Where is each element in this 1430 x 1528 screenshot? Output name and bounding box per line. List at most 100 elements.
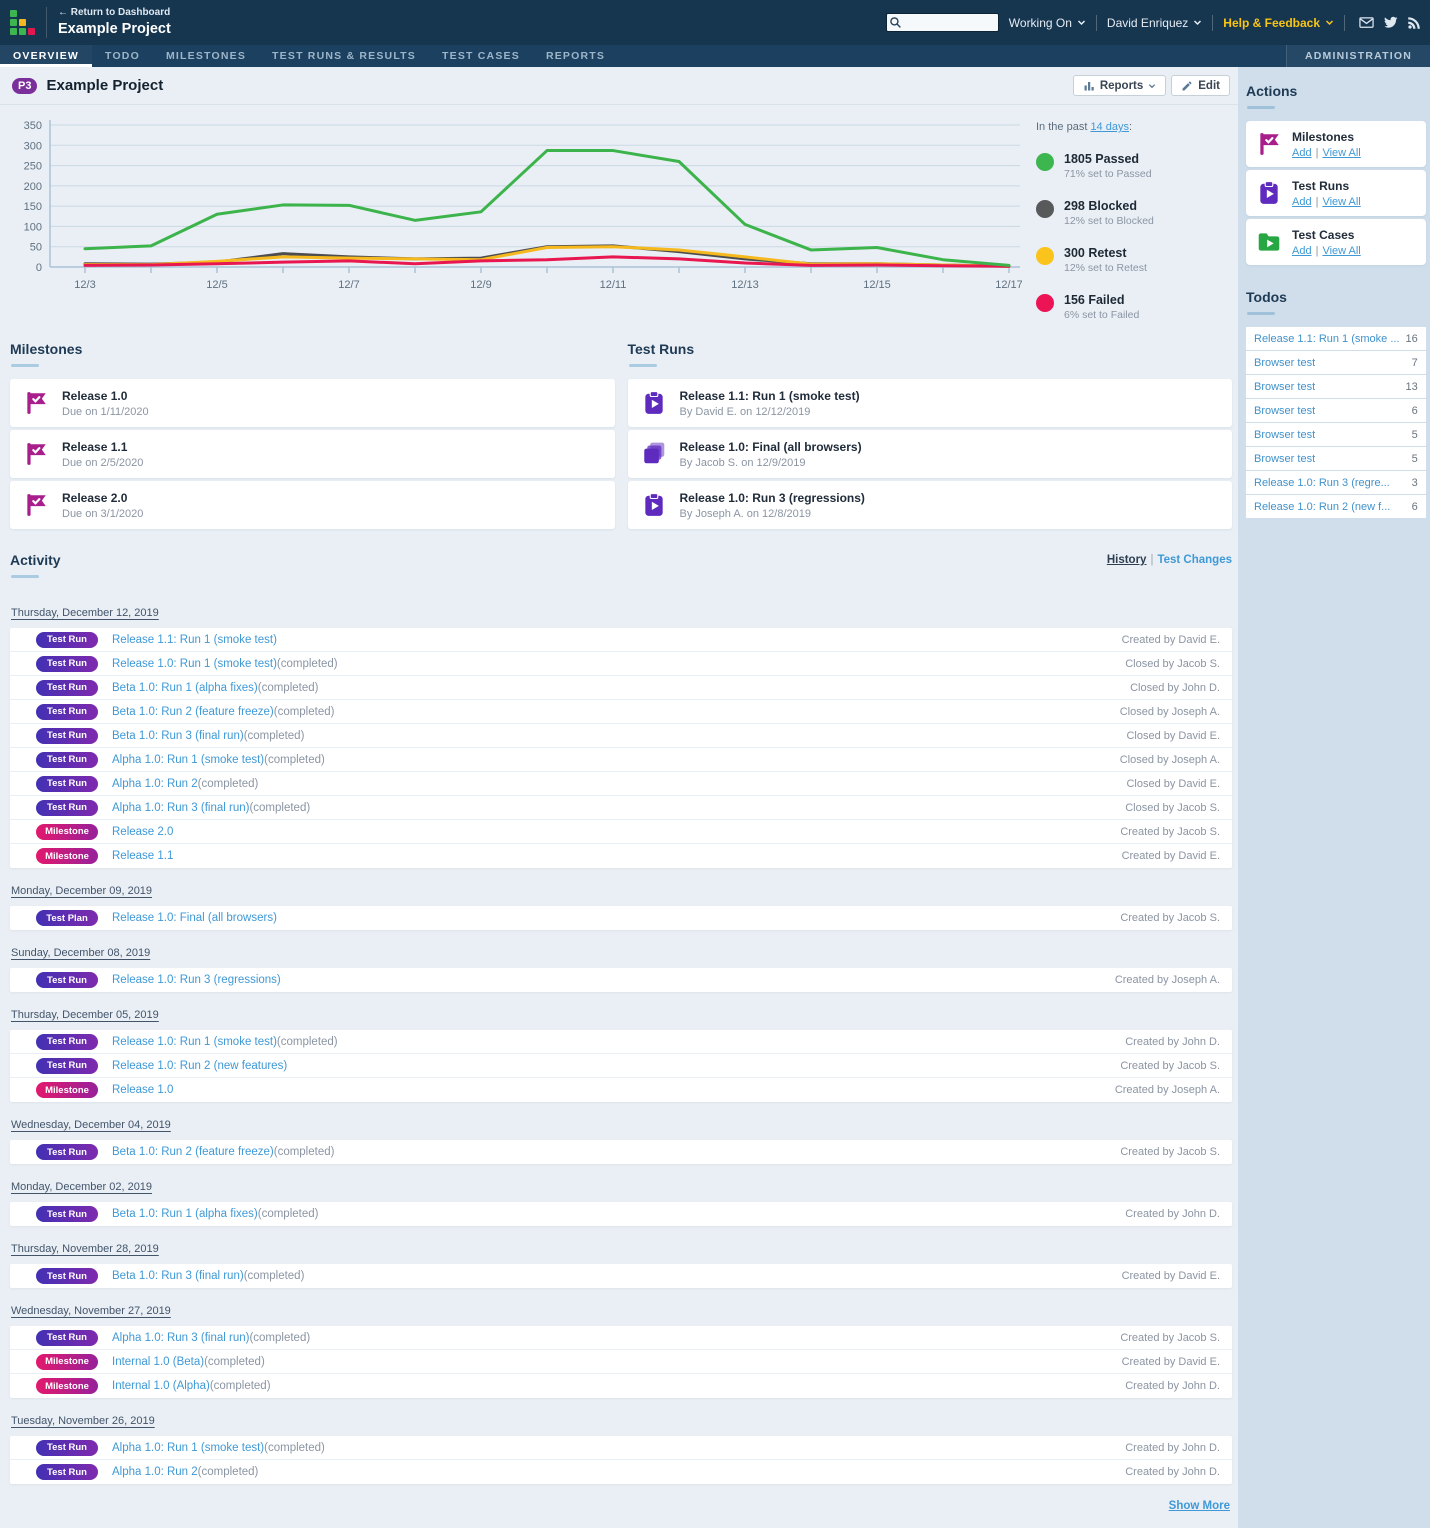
add-link[interactable]: Add <box>1292 245 1312 257</box>
testrun-card[interactable]: Release 1.0: Final (all browsers) By Jac… <box>627 430 1232 478</box>
activity-item-link[interactable]: Alpha 1.0: Run 1 (smoke test) <box>112 1442 264 1454</box>
svg-text:12/5: 12/5 <box>206 279 227 291</box>
activity-item-link[interactable]: Alpha 1.0: Run 2 <box>112 778 198 790</box>
activity-item-status: (completed) <box>273 1146 335 1158</box>
todo-link[interactable]: Browser test <box>1254 429 1315 441</box>
todo-link[interactable]: Browser test <box>1254 453 1315 465</box>
activity-row: Test Run Alpha 1.0: Run 3 (final run) (co… <box>10 796 1232 820</box>
activity-item-link[interactable]: Release 1.1 <box>112 850 173 862</box>
activity-item-link[interactable]: Release 1.0: Run 2 (new features) <box>112 1060 287 1072</box>
activity-item-status: (completed) <box>197 1466 259 1478</box>
main-content: P3 Example Project Reports Edit 0 50 100 15… <box>0 67 1238 1528</box>
status-count: 1805 Passed <box>1064 152 1140 166</box>
activity-rows: Test Plan Release 1.0: Final (all browse… <box>10 906 1232 930</box>
activity-item-link[interactable]: Internal 1.0 (Alpha) <box>112 1380 210 1392</box>
activity-item-meta: Closed by David E. <box>1126 777 1220 790</box>
edit-button[interactable]: Edit <box>1171 75 1230 96</box>
activity-row: Milestone Internal 1.0 (Beta) (completed)… <box>10 1350 1232 1374</box>
activity-date: Monday, December 02, 2019 <box>11 1181 153 1193</box>
nav-tab[interactable]: TEST RUNS & RESULTS <box>259 45 429 67</box>
activity-item-meta: Created by Jacob S. <box>1120 1059 1220 1072</box>
return-to-dashboard-link[interactable]: ← Return to Dashboard <box>58 7 171 20</box>
reports-button[interactable]: Reports <box>1072 75 1167 96</box>
todos-title: Todos <box>1246 289 1287 305</box>
activity-type-badge: Milestone <box>36 848 98 864</box>
todo-link[interactable]: Release 1.0: Run 2 (new f... <box>1254 501 1390 513</box>
activity-item-link[interactable]: Alpha 1.0: Run 2 <box>112 1466 198 1478</box>
todo-count: 16 <box>1405 332 1418 345</box>
nav-tab[interactable]: MILESTONES <box>153 45 259 67</box>
activity-type-badge: Test Run <box>36 631 98 648</box>
activity-item-link[interactable]: Release 1.0: Run 1 (smoke test) <box>112 658 277 670</box>
milestone-card[interactable]: Release 1.0 Due on 1/11/2020 <box>10 379 615 427</box>
help-feedback-menu[interactable]: Help & Feedback <box>1223 16 1334 30</box>
activity-row: Test Run Alpha 1.0: Run 2 (completed) Cre… <box>10 1460 1232 1484</box>
activity-rows: Test Run Release 1.0: Run 1 (smoke test)… <box>10 1030 1232 1102</box>
activity-item-link[interactable]: Release 1.0: Final (all browsers) <box>112 912 277 924</box>
add-link[interactable]: Add <box>1292 147 1312 159</box>
testrun-card[interactable]: Release 1.1: Run 1 (smoke test) By David… <box>627 379 1232 427</box>
nav-tab[interactable]: REPORTS <box>533 45 618 67</box>
svg-text:12/13: 12/13 <box>731 279 759 291</box>
activity-item-meta: Closed by John D. <box>1130 681 1220 694</box>
nav-tab[interactable]: OVERVIEW <box>0 45 92 67</box>
activity-item-link[interactable]: Beta 1.0: Run 1 (alpha fixes) <box>112 1208 258 1220</box>
todo-link[interactable]: Release 1.0: Run 3 (regre... <box>1254 477 1390 489</box>
activity-item-link[interactable]: Beta 1.0: Run 2 (feature freeze) <box>112 706 274 718</box>
todo-link[interactable]: Release 1.1: Run 1 (smoke ... <box>1254 333 1400 345</box>
milestone-name: Release 1.0 <box>62 388 128 403</box>
nav-tab[interactable]: TODO <box>92 45 153 67</box>
activity-item-link[interactable]: Release 2.0 <box>112 826 173 838</box>
svg-text:0: 0 <box>36 262 42 274</box>
testrun-byline: By Joseph A. on 12/8/2019 <box>679 507 812 520</box>
testrun-card[interactable]: Release 1.0: Run 3 (regressions) By Jose… <box>627 481 1232 529</box>
twitter-icon[interactable] <box>1383 15 1398 30</box>
activity-type-badge: Test Run <box>36 751 98 768</box>
activity-row: Test Run Beta 1.0: Run 3 (final run) (com… <box>10 724 1232 748</box>
view-all-link[interactable]: View All <box>1322 196 1360 208</box>
view-all-link[interactable]: View All <box>1322 245 1360 257</box>
activity-item-link[interactable]: Release 1.0: Run 3 (regressions) <box>112 974 281 986</box>
activity-type-badge: Test Run <box>36 1144 98 1160</box>
history-link[interactable]: History <box>1107 554 1147 566</box>
activity-item-link[interactable]: Beta 1.0: Run 3 (final run) <box>112 1270 244 1282</box>
todo-link[interactable]: Browser test <box>1254 357 1315 369</box>
todo-link[interactable]: Browser test <box>1254 381 1315 393</box>
search-input[interactable] <box>885 13 999 32</box>
test-changes-link[interactable]: Test Changes <box>1157 554 1232 566</box>
status-subtext: 12% set to Retest <box>1064 262 1147 274</box>
mail-icon[interactable] <box>1359 15 1374 30</box>
activity-item-link[interactable]: Alpha 1.0: Run 1 (smoke test) <box>112 754 264 766</box>
activity-group: Sunday, December 08, 2019 Test Run Relea… <box>10 947 1232 992</box>
action-icon <box>1256 180 1282 206</box>
user-menu[interactable]: David Enriquez <box>1107 16 1202 30</box>
status-count: 300 Retest <box>1064 246 1127 260</box>
rss-icon[interactable] <box>1407 15 1422 30</box>
app-logo[interactable] <box>10 9 36 36</box>
activity-item-link[interactable]: Release 1.0: Run 1 (smoke test) <box>112 1036 277 1048</box>
show-more-link[interactable]: Show More <box>1169 1500 1230 1512</box>
activity-item-link[interactable]: Beta 1.0: Run 3 (final run) <box>112 730 244 742</box>
activity-type-badge: Test Run <box>36 1033 98 1050</box>
activity-item-link[interactable]: Internal 1.0 (Beta) <box>112 1356 204 1368</box>
activity-item-link[interactable]: Alpha 1.0: Run 3 (final run) <box>112 802 249 814</box>
activity-item-link[interactable]: Beta 1.0: Run 1 (alpha fixes) <box>112 682 258 694</box>
activity-item-link[interactable]: Release 1.1: Run 1 (smoke test) <box>112 634 277 646</box>
range-link[interactable]: 14 days <box>1090 121 1129 133</box>
nav-tab[interactable]: TEST CASES <box>429 45 533 67</box>
milestone-card[interactable]: Release 2.0 Due on 3/1/2020 <box>10 481 615 529</box>
topbar-project-title: Example Project <box>58 21 171 38</box>
todo-link[interactable]: Browser test <box>1254 405 1315 417</box>
todo-row: Browser test 5 <box>1246 447 1426 470</box>
activity-item-link[interactable]: Alpha 1.0: Run 3 (final run) <box>112 1332 249 1344</box>
nav-tab-administration[interactable]: ADMINISTRATION <box>1285 45 1430 67</box>
svg-text:350: 350 <box>24 120 42 132</box>
activity-item-link[interactable]: Release 1.0 <box>112 1084 173 1096</box>
activity-item-link[interactable]: Beta 1.0: Run 2 (feature freeze) <box>112 1146 274 1158</box>
working-on-menu[interactable]: Working On <box>1009 16 1086 30</box>
activity-item-status: (completed) <box>264 1441 325 1454</box>
milestone-card[interactable]: Release 1.1 Due on 2/5/2020 <box>10 430 615 478</box>
view-all-link[interactable]: View All <box>1322 147 1360 159</box>
activity-item-status: (completed) <box>264 753 325 766</box>
add-link[interactable]: Add <box>1292 196 1312 208</box>
